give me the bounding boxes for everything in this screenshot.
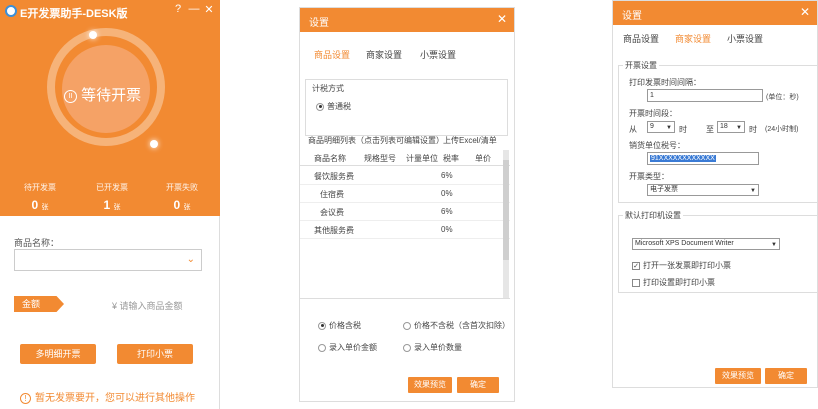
tab-receipt[interactable]: 小票设置 xyxy=(727,32,763,45)
to-label: 至 xyxy=(706,125,714,134)
help-icon[interactable]: ? xyxy=(172,3,184,15)
tab-goods[interactable]: 商品设置 xyxy=(314,48,350,61)
preview-button[interactable]: 效果预览 xyxy=(408,377,452,393)
tax-option[interactable]: 普通税 xyxy=(316,101,351,112)
checkbox-checked-icon: ✓ xyxy=(632,261,640,270)
close-icon[interactable]: ✕ xyxy=(800,5,810,19)
radio-icon xyxy=(316,102,324,111)
chevron-down-icon: ▼ xyxy=(771,242,777,248)
taxno-input[interactable]: 91XXXXXXXXXXXX xyxy=(647,152,759,165)
interval-input[interactable]: 1 xyxy=(647,89,763,102)
info-icon: ! xyxy=(20,393,31,404)
radio-icon xyxy=(318,321,326,330)
settings-dialog-goods: 设置 ✕ 商品设置 商家设置 小票设置 计税方式 普通税 商品明细列表（点击列表… xyxy=(299,7,515,402)
table-row[interactable]: 餐饮服务费 6% xyxy=(300,167,510,185)
ring-dot-icon xyxy=(150,140,158,148)
app-logo-icon xyxy=(5,5,17,17)
printer-select[interactable]: Microsoft XPS Document Writer ▼ xyxy=(632,238,780,250)
interval-unit: (单位：秒) xyxy=(766,94,799,101)
checkbox-print-on-open[interactable]: ✓ 打开一张发票即打印小票 xyxy=(632,260,731,271)
chevron-down-icon: ▼ xyxy=(736,125,742,131)
option-unit-qty[interactable]: 录入单价数量 xyxy=(403,342,462,353)
table-scrollbar[interactable] xyxy=(503,150,509,298)
stat-failed: 开票失败 0 张 xyxy=(166,183,198,212)
table-row[interactable]: 会议费 6% xyxy=(300,203,510,221)
status-text: II 等待开票 xyxy=(64,84,164,105)
divider xyxy=(300,298,510,299)
notice-text: ! 暂无发票要开，您可以进行其他操作 xyxy=(20,389,195,404)
option-price-incl[interactable]: 价格含税 xyxy=(318,320,361,331)
invtype-label: 开票类型： xyxy=(629,172,669,181)
interval-label: 打印发票时间间隔： xyxy=(629,78,701,87)
stat-pending: 待开发票 0 张 xyxy=(24,183,56,212)
merchant-label: 商品名称： xyxy=(14,238,60,248)
print-receipt-button[interactable]: 打印小票 xyxy=(117,344,193,364)
ring-dot-icon xyxy=(89,31,97,39)
settings-dialog-merchant: 设置 ✕ 商品设置 商家设置 小票设置 开票设置 打印发票时间间隔： 1 (单位… xyxy=(612,0,818,388)
tab-receipt[interactable]: 小票设置 xyxy=(420,48,456,61)
tab-goods[interactable]: 商品设置 xyxy=(623,32,659,45)
close-icon[interactable]: ✕ xyxy=(497,12,507,26)
from-hour-select[interactable]: 9 ▼ xyxy=(647,121,675,133)
status-header: E开发票助手-DESK版 ? — ✕ II 等待开票 待开发票 0 张 已开发票… xyxy=(0,0,220,216)
amount-input[interactable]: ¥ 请输入商品金额 xyxy=(112,299,183,312)
main-window: E开发票助手-DESK版 ? — ✕ II 等待开票 待开发票 0 张 已开发票… xyxy=(0,0,220,409)
radio-icon xyxy=(403,343,411,352)
minimize-icon[interactable]: — xyxy=(188,3,200,15)
scrollbar-thumb[interactable] xyxy=(503,160,509,260)
ok-button[interactable]: 确定 xyxy=(765,368,807,384)
to-unit: 时 xyxy=(749,125,757,134)
amount-tag: 金额 xyxy=(14,296,64,312)
stat-issued: 已开发票 1 张 xyxy=(96,183,128,212)
from-unit: 时 xyxy=(679,125,687,134)
invtype-select[interactable]: 电子发票 ▼ xyxy=(647,184,759,196)
option-unit-amount[interactable]: 录入单价金额 xyxy=(318,342,377,353)
list-section-label: 商品明细列表（点击列表可编辑设置） xyxy=(308,136,444,145)
app-title: E开发票助手-DESK版 xyxy=(20,8,128,20)
close-icon[interactable]: ✕ xyxy=(203,3,215,16)
from-label: 从 xyxy=(629,125,637,134)
pause-icon: II xyxy=(64,89,77,103)
table-row[interactable]: 住宿费 0% xyxy=(300,185,510,203)
chevron-down-icon: ▼ xyxy=(666,125,672,131)
tab-merchant[interactable]: 商家设置 xyxy=(675,32,711,45)
printer-section-label: 默认打印机设置 xyxy=(623,210,683,221)
table-row[interactable]: 其他服务费 0% xyxy=(300,221,510,239)
checkbox-print-setting[interactable]: 打印设置即打印小票 xyxy=(632,277,715,288)
dialog-titlebar: 设置 ✕ xyxy=(613,1,817,25)
multi-detail-button[interactable]: 多明细开票 xyxy=(20,344,96,364)
tab-merchant[interactable]: 商家设置 xyxy=(366,48,402,61)
option-price-excl[interactable]: 价格不含税（含首次扣除） xyxy=(403,320,510,331)
taxno-label: 销货单位税号： xyxy=(629,141,685,150)
invoice-section-label: 开票设置 xyxy=(623,60,659,71)
period-note: (24小时制) xyxy=(765,126,799,133)
chevron-down-icon: ⌄ xyxy=(186,254,195,265)
table-header: 商品名称 规格型号 计量单位 税率 单价 xyxy=(300,150,510,166)
upload-note[interactable]: 上传Excel/清单 xyxy=(443,135,497,146)
to-hour-select[interactable]: 18 ▼ xyxy=(717,121,745,133)
merchant-select[interactable]: ⌄ xyxy=(14,249,202,271)
chevron-down-icon: ▼ xyxy=(750,188,756,194)
tax-section-label: 计税方式 xyxy=(312,84,344,93)
checkbox-icon xyxy=(632,278,640,287)
dialog-titlebar: 设置 ✕ xyxy=(300,8,514,32)
radio-icon xyxy=(318,343,326,352)
ok-button[interactable]: 确定 xyxy=(457,377,499,393)
period-label: 开票时间段： xyxy=(629,109,677,118)
radio-icon xyxy=(403,321,411,330)
preview-button[interactable]: 效果预览 xyxy=(715,368,761,384)
